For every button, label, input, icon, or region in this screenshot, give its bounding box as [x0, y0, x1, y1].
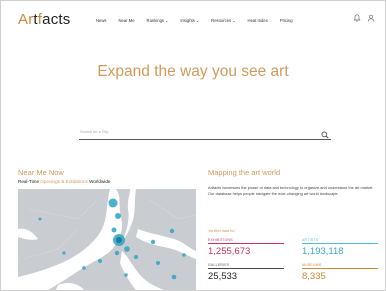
- nav-item-heat-index[interactable]: Heat Index: [248, 18, 268, 23]
- nav-item-label: Pricing: [279, 18, 293, 23]
- openings-exhibitions-link[interactable]: Openings & Exhibitions: [40, 179, 88, 184]
- near-me-subtitle: Real-Time Openings & Exhibitions Worldwi…: [18, 179, 110, 184]
- subtitle-suffix: Worldwide: [87, 179, 111, 184]
- nav-item-insights[interactable]: Insights⌄: [180, 18, 199, 23]
- stat-value: 1,193,118: [302, 246, 344, 258]
- mapping-description: Artfacts harnesses the power of data and…: [208, 185, 374, 196]
- nav-item-pricing[interactable]: Pricing: [280, 18, 293, 23]
- nav-item-resources[interactable]: Resources⌄: [211, 18, 235, 23]
- stat-bar: [302, 268, 378, 270]
- mapping-title: Mapping the art world: [208, 168, 281, 177]
- stat-galleries[interactable]: GALLERIES 25,533: [208, 263, 284, 282]
- search-icon[interactable]: [321, 126, 329, 144]
- user-icon[interactable]: [367, 14, 375, 24]
- nav-item-label: Heat Index: [247, 18, 268, 23]
- stat-value: 25,533: [208, 271, 238, 283]
- artfacts-logo[interactable]: Artfacts: [18, 11, 70, 28]
- logo-part-acts: acts: [42, 11, 71, 28]
- stat-value: 1,255,673: [208, 246, 251, 258]
- stat-artists[interactable]: ARTISTS 1,193,118: [302, 238, 378, 257]
- exhibitions-map[interactable]: [18, 189, 196, 290]
- verified-label: Verified data for:: [208, 229, 236, 233]
- nav-item-label: Resources: [211, 18, 232, 23]
- nav-item-label: Near Me: [118, 18, 135, 23]
- nav-item-news[interactable]: News: [96, 18, 106, 23]
- city-search-input[interactable]: Search for a City: [79, 125, 331, 140]
- nav-item-rankings[interactable]: Rankings⌄: [147, 18, 169, 23]
- nav-item-label: Rankings: [146, 18, 165, 23]
- stat-bar: [302, 243, 378, 245]
- chevron-down-icon: ⌄: [195, 18, 200, 23]
- page-frame: Artfacts News Near Me Rankings⌄ Insights…: [0, 0, 386, 291]
- stat-exhibitions[interactable]: EXHIBITIONS 1,255,673: [208, 238, 284, 257]
- chevron-down-icon: ⌄: [232, 18, 236, 23]
- main-nav: News Near Me Rankings⌄ Insights⌄ Resourc…: [96, 18, 305, 23]
- nav-item-label: Insights: [180, 18, 195, 23]
- stat-value: 8,335: [302, 271, 326, 283]
- stat-museums[interactable]: MUSEUMS 8,335: [302, 263, 378, 282]
- near-me-title: Near Me Now: [18, 168, 64, 177]
- subtitle-prefix: Real-Time: [18, 179, 41, 184]
- bell-icon[interactable]: [353, 14, 361, 24]
- map-canvas: [18, 189, 196, 290]
- search-placeholder: Search for a City: [80, 130, 109, 134]
- stat-bar: [208, 243, 284, 245]
- logo-part-ar: Ar: [18, 11, 34, 28]
- stat-label: MUSEUMS: [302, 263, 322, 267]
- stat-label: EXHIBITIONS: [208, 238, 233, 242]
- stat-bar: [208, 268, 284, 270]
- nav-item-near-me[interactable]: Near Me: [118, 18, 134, 23]
- hero-title: Expand the way you see art: [97, 63, 289, 80]
- chevron-down-icon: ⌄: [165, 18, 169, 23]
- header-icons: [353, 14, 375, 24]
- stat-label: ARTISTS: [302, 238, 319, 242]
- stat-label: GALLERIES: [208, 263, 230, 267]
- nav-item-label: News: [96, 18, 107, 23]
